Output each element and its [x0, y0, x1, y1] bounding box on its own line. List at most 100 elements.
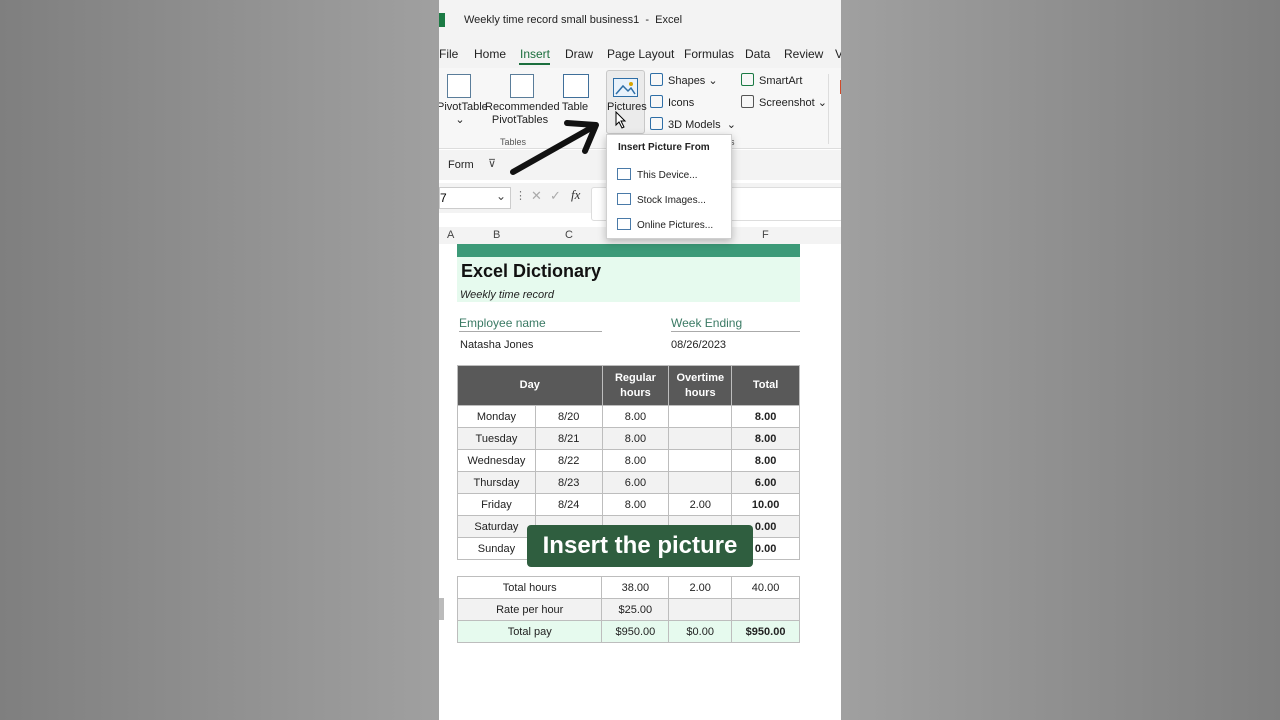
pay-overtime-cell[interactable]: $0.00 — [668, 620, 733, 643]
total-cell[interactable]: 10.00 — [731, 493, 800, 516]
blurred-background-right — [841, 0, 1280, 720]
icons-button[interactable]: Icons — [650, 95, 694, 109]
stock-images-icon — [617, 193, 631, 205]
date-cell[interactable]: 8/21 — [534, 427, 603, 450]
date-cell[interactable]: 8/22 — [534, 449, 603, 472]
overtime-cell[interactable] — [668, 427, 733, 450]
rate-empty-cell[interactable] — [668, 598, 733, 621]
tab-review[interactable]: Review — [784, 47, 823, 61]
header-regular-line2: hours — [620, 386, 651, 399]
menu-item-label: This Device... — [637, 170, 698, 181]
date-cell[interactable]: 8/23 — [534, 471, 603, 494]
rate-label: Rate per hour — [456, 598, 603, 621]
week-ending-value[interactable]: 08/26/2023 — [671, 339, 726, 351]
customize-qat-icon[interactable]: ⊽ — [488, 157, 496, 170]
sheet-title: Excel Dictionary — [461, 261, 602, 281]
menu-item-this-device[interactable]: This Device... — [617, 168, 698, 181]
total-cell[interactable]: 6.00 — [731, 471, 800, 494]
sheet-subtitle: Weekly time record — [460, 289, 554, 301]
smartart-icon — [741, 73, 754, 86]
tab-file[interactable]: File — [439, 47, 458, 61]
3d-models-button[interactable]: 3D Models ⌄ — [650, 117, 736, 131]
header-overtime-hours: Overtime hours — [668, 365, 733, 406]
overtime-cell[interactable] — [668, 471, 733, 494]
column-header-b[interactable]: B — [493, 229, 500, 241]
regular-cell[interactable]: 8.00 — [601, 405, 670, 428]
day-cell[interactable]: Sunday — [457, 537, 536, 560]
enter-icon[interactable]: ✓ — [550, 188, 561, 204]
header-overtime-line1: Overtime — [676, 371, 725, 384]
smartart-button[interactable]: SmartArt — [741, 73, 802, 87]
header-total: Total — [731, 365, 800, 406]
date-cell[interactable]: 8/20 — [534, 405, 603, 428]
day-cell[interactable]: Friday — [457, 493, 536, 516]
smartart-label: SmartArt — [759, 75, 803, 87]
menu-item-online-pictures[interactable]: Online Pictures... — [617, 218, 713, 231]
day-cell[interactable]: Wednesday — [457, 449, 536, 472]
tab-draw[interactable]: Draw — [565, 47, 593, 61]
column-header-f[interactable]: F — [762, 229, 769, 241]
tab-formulas[interactable]: Formulas — [684, 47, 734, 61]
title-bar: Weekly time record small business1 - Exc… — [439, 0, 841, 40]
recommended-pivottables-icon — [510, 74, 534, 98]
row-selection-marker — [439, 598, 444, 620]
mouse-cursor-icon — [615, 111, 627, 129]
header-day: Day — [457, 365, 603, 406]
column-header-a[interactable]: A — [447, 229, 454, 241]
tab-insert[interactable]: Insert — [520, 47, 550, 61]
total-regular-cell[interactable]: 38.00 — [601, 576, 670, 599]
tab-view[interactable]: V — [835, 47, 841, 61]
total-cell[interactable]: 8.00 — [731, 405, 800, 428]
cancel-icon[interactable]: ✕ — [531, 188, 542, 204]
form-button[interactable]: Form — [448, 159, 474, 171]
menu-item-stock-images[interactable]: Stock Images... — [617, 193, 706, 206]
table-header-row: Day Regular hours Overtime hours Total — [457, 365, 800, 406]
day-cell[interactable]: Thursday — [457, 471, 536, 494]
pay-regular-cell[interactable]: $950.00 — [601, 620, 670, 643]
shapes-button[interactable]: Shapes ⌄ — [650, 73, 718, 87]
chevron-down-icon[interactable]: ⌄ — [496, 189, 506, 203]
table-row: Tuesday 8/21 8.00 8.00 — [457, 427, 800, 450]
overtime-cell[interactable]: 2.00 — [668, 493, 733, 516]
pay-total-cell[interactable]: $950.00 — [731, 620, 800, 643]
total-total-cell[interactable]: 40.00 — [731, 576, 800, 599]
column-header-c[interactable]: C — [565, 229, 573, 241]
pivottable-button[interactable]: PivotTable ⌄ — [439, 101, 488, 126]
header-overtime-line2: hours — [685, 386, 716, 399]
pivottable-label: PivotTable — [439, 101, 488, 113]
day-cell[interactable]: Saturday — [457, 515, 536, 538]
rate-empty-cell[interactable] — [731, 598, 800, 621]
rate-value-cell[interactable]: $25.00 — [601, 598, 670, 621]
total-cell[interactable]: 8.00 — [731, 427, 800, 450]
video-caption: Insert the picture — [527, 525, 753, 567]
date-cell[interactable]: 8/24 — [534, 493, 603, 516]
more-icon: ⋮ — [515, 190, 526, 202]
regular-cell[interactable]: 8.00 — [601, 493, 670, 516]
table-row: Monday 8/20 8.00 8.00 — [457, 405, 800, 428]
tab-data[interactable]: Data — [745, 47, 770, 61]
day-cell[interactable]: Tuesday — [457, 427, 536, 450]
screenshot-button[interactable]: Screenshot ⌄ — [741, 95, 827, 109]
regular-cell[interactable]: 8.00 — [601, 449, 670, 472]
cube-icon — [650, 117, 663, 130]
annotation-arrow-icon — [510, 120, 599, 175]
total-cell[interactable]: 8.00 — [731, 449, 800, 472]
overtime-cell[interactable] — [668, 449, 733, 472]
screenshot-icon — [741, 95, 754, 108]
day-cell[interactable]: Monday — [457, 405, 536, 428]
shapes-label: Shapes — [668, 75, 706, 87]
pictures-button[interactable]: Pictures — [606, 70, 647, 134]
tab-home[interactable]: Home — [474, 47, 506, 61]
regular-cell[interactable]: 8.00 — [601, 427, 670, 450]
insert-picture-dropdown: Insert Picture From This Device... Stock… — [606, 134, 732, 239]
device-picture-icon — [617, 168, 631, 180]
name-box[interactable]: 7 ⌄ — [439, 187, 511, 209]
menu-item-label: Online Pictures... — [637, 220, 714, 231]
total-overtime-cell[interactable]: 2.00 — [668, 576, 733, 599]
screenshot-label: Screenshot — [759, 97, 815, 109]
overtime-cell[interactable] — [668, 405, 733, 428]
tab-page-layout[interactable]: Page Layout — [607, 47, 674, 61]
function-icon[interactable]: fx — [571, 187, 580, 203]
regular-cell[interactable]: 6.00 — [601, 471, 670, 494]
employee-name-value[interactable]: Natasha Jones — [460, 339, 533, 351]
